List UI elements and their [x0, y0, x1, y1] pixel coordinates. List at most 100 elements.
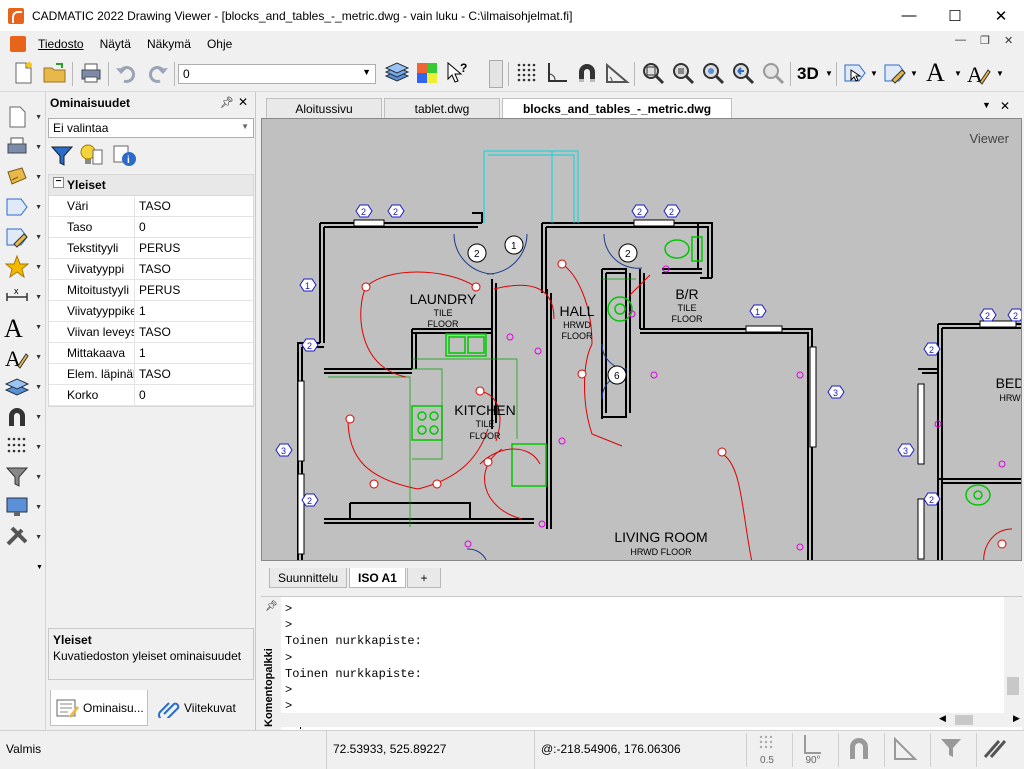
scroll-right-icon[interactable]: ▶: [1013, 713, 1020, 724]
left-tool-favorites[interactable]: ▼: [4, 254, 42, 282]
minimize-button[interactable]: —: [886, 0, 932, 31]
tab-tablet-dwg[interactable]: tablet.dwg: [384, 98, 500, 118]
ortho-icon[interactable]: [544, 60, 570, 86]
markup-pen-icon[interactable]: [882, 60, 908, 86]
selection-dropdown[interactable]: Ei valintaa ▼: [48, 118, 254, 138]
color-palette-icon[interactable]: [414, 60, 440, 86]
filter-icon[interactable]: [50, 144, 74, 168]
property-row[interactable]: Viivatyyppikerroin 1: [49, 301, 253, 322]
query-select-icon[interactable]: ?: [444, 60, 470, 86]
grid-toggle[interactable]: 0.5: [746, 733, 786, 767]
mdi-minimize-icon[interactable]: —: [955, 34, 966, 46]
property-value: 1: [139, 346, 146, 360]
close-button[interactable]: ✕: [978, 0, 1024, 31]
property-row[interactable]: Mittakaava 1: [49, 343, 253, 364]
scrollbar-thumb[interactable]: [955, 715, 973, 725]
open-folder-icon[interactable]: [42, 60, 68, 86]
print-icon[interactable]: [78, 60, 104, 86]
property-row[interactable]: Elem. läpinäkyvyys TASO: [49, 364, 253, 385]
left-tool-text[interactable]: A ▼: [4, 314, 42, 343]
zoom-in-icon[interactable]: [760, 60, 786, 86]
lineweight-toggle[interactable]: [976, 733, 1016, 767]
pin-icon[interactable]: 📌︎: [220, 96, 234, 109]
new-file-icon[interactable]: [10, 60, 36, 86]
left-tool-layers[interactable]: ▼: [4, 374, 42, 402]
view-navigate-dropdown-icon[interactable]: ▼: [870, 69, 878, 78]
left-tool-tools[interactable]: ▼: [4, 524, 42, 552]
layers-icon[interactable]: [384, 60, 410, 86]
property-group-yleiset[interactable]: Yleiset: [49, 175, 253, 196]
left-tool-markup[interactable]: ▼: [4, 224, 42, 252]
property-row[interactable]: Taso 0: [49, 217, 253, 238]
text-style-dropdown-icon[interactable]: ▼: [954, 69, 962, 78]
left-tool-snap[interactable]: ▼: [4, 404, 42, 432]
left-tool-text-edit[interactable]: A ▼: [4, 344, 42, 372]
document-icon[interactable]: [10, 35, 26, 52]
redo-icon[interactable]: [144, 60, 170, 86]
left-tool-filter[interactable]: ▼: [4, 464, 42, 492]
close-panel-icon[interactable]: ✕: [238, 95, 248, 109]
property-row[interactable]: Tekstityyli PERUS: [49, 238, 253, 259]
menu-ohje[interactable]: Ohje: [205, 35, 234, 53]
info-properties-icon[interactable]: i: [112, 144, 138, 168]
polar-toggle[interactable]: [884, 733, 924, 767]
view-3d-dropdown-icon[interactable]: ▼: [825, 69, 833, 78]
left-tool-print[interactable]: ▼: [4, 134, 42, 162]
property-key: Mitoitustyyli: [49, 280, 135, 300]
property-row[interactable]: Viivatyyppi TASO: [49, 259, 253, 280]
text-style-icon[interactable]: A: [926, 58, 945, 88]
markup-pen-dropdown-icon[interactable]: ▼: [910, 69, 918, 78]
snap-magnet-icon[interactable]: [574, 60, 600, 86]
left-tool-new[interactable]: ▼: [4, 104, 42, 132]
tab-blocks-and-tables-dwg[interactable]: blocks_and_tables_-_metric.dwg: [502, 98, 732, 118]
mdi-close-icon[interactable]: ✕: [1004, 34, 1013, 47]
property-row[interactable]: Väri TASO: [49, 196, 253, 217]
menu-tiedosto[interactable]: Tiedosto: [36, 35, 86, 53]
lightbulb-icon[interactable]: [78, 142, 104, 168]
drawing-viewer[interactable]: Viewer 2 1 2 6 2 2 2 2 1 2 2 1 2 3 2 3 2…: [261, 118, 1022, 561]
grid-icon[interactable]: [514, 60, 540, 86]
scroll-left-icon[interactable]: ◀: [939, 713, 946, 724]
view-navigate-icon[interactable]: [842, 60, 868, 86]
horizontal-scrollbar[interactable]: ◀ ▶: [281, 713, 1022, 727]
left-tool-display[interactable]: ▼: [4, 494, 42, 522]
add-layout-button[interactable]: +: [407, 568, 441, 588]
toolbar-overflow-handle[interactable]: [489, 60, 503, 88]
zoom-all-icon[interactable]: [700, 60, 726, 86]
ortho-toggle[interactable]: 90°: [792, 733, 832, 767]
mdi-restore-icon[interactable]: ❐: [980, 34, 990, 47]
pin-icon[interactable]: 📌︎: [265, 601, 278, 612]
snap-toggle[interactable]: [838, 733, 878, 767]
left-tool-view[interactable]: ▼: [4, 194, 42, 222]
menu-nakyma[interactable]: Näkymä: [145, 35, 193, 53]
left-toolbar-overflow-icon[interactable]: ▼: [36, 564, 43, 571]
vertical-scrollbar[interactable]: [1004, 597, 1022, 713]
menu-nayta[interactable]: Näytä: [98, 35, 133, 53]
zoom-extents-icon[interactable]: [670, 60, 696, 86]
property-row[interactable]: Viivan leveys TASO: [49, 322, 253, 343]
text-edit-icon[interactable]: A: [966, 60, 992, 86]
close-document-icon[interactable]: ✕: [1000, 99, 1010, 113]
app-icon[interactable]: [8, 7, 24, 24]
left-tool-dimension[interactable]: x ▼: [4, 284, 42, 312]
filter-toggle[interactable]: [930, 733, 970, 767]
tab-properties[interactable]: Ominaisu...: [50, 690, 148, 726]
maximize-button[interactable]: ☐: [932, 0, 978, 31]
undo-icon[interactable]: [114, 60, 140, 86]
left-tool-pan[interactable]: ▼: [4, 164, 42, 192]
layer-dropdown[interactable]: 0 ▼: [178, 64, 376, 84]
zoom-window-icon[interactable]: [640, 60, 666, 86]
view-3d-button[interactable]: 3D: [797, 64, 819, 84]
left-tool-grid[interactable]: ▼: [4, 434, 42, 462]
scrollbar-thumb[interactable]: [1007, 677, 1019, 695]
text-edit-dropdown-icon[interactable]: ▼: [996, 69, 1004, 78]
property-row[interactable]: Korko 0: [49, 385, 253, 406]
property-row[interactable]: Mitoitustyyli PERUS: [49, 280, 253, 301]
tab-references[interactable]: Viitekuvat: [154, 690, 252, 726]
tab-iso-a1[interactable]: ISO A1: [349, 568, 406, 588]
tab-list-icon[interactable]: ▼: [982, 100, 991, 110]
polar-icon[interactable]: [604, 60, 630, 86]
zoom-previous-icon[interactable]: [730, 60, 756, 86]
tab-start-page[interactable]: Aloitussivu: [266, 98, 382, 118]
tab-model[interactable]: Suunnittelu: [269, 568, 348, 588]
